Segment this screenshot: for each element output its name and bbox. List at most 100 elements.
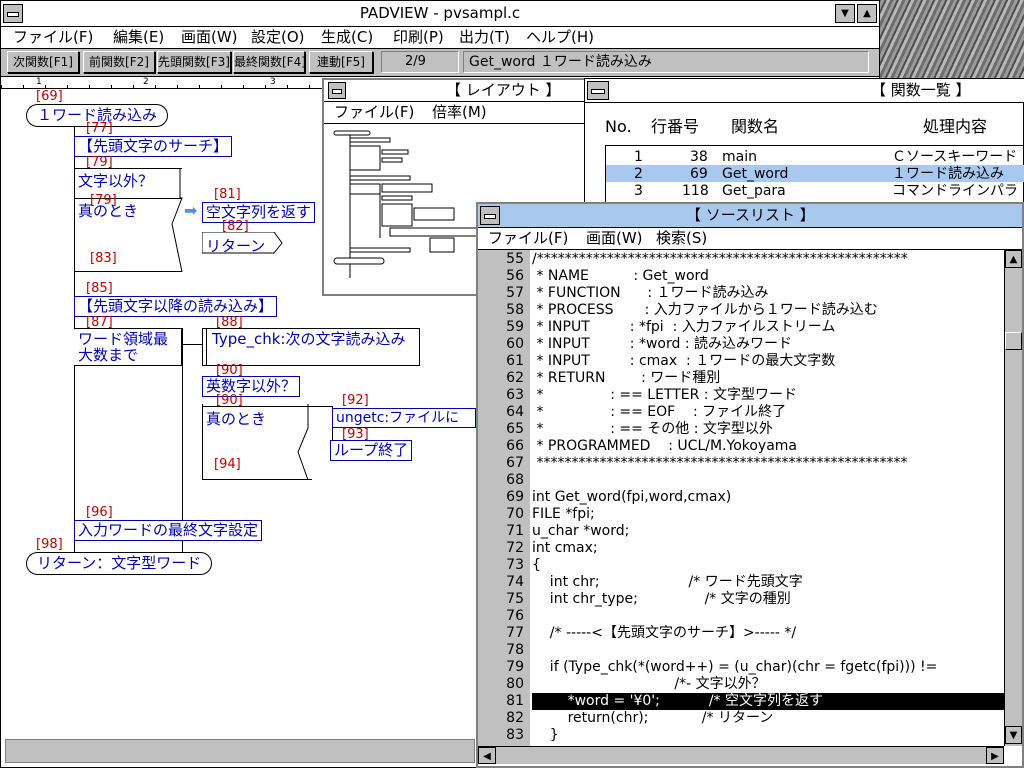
menu-help[interactable]: ヘルプ(H) <box>526 30 594 45</box>
pad-type-chk-inner <box>206 328 207 366</box>
pad-read-rest[interactable]: 【先頭文字以降の読み込み】 <box>74 296 278 317</box>
last-function-button[interactable]: 最終関数[F4] <box>233 51 306 73</box>
source-line[interactable]: 70 FILE *fpi; <box>478 506 1004 523</box>
line-number: 83 <box>506 727 524 743</box>
pad-cond1-notch <box>171 168 183 273</box>
link-button[interactable]: 連動[F5] <box>309 51 373 73</box>
source-line[interactable]: 83 } <box>478 727 1004 744</box>
menu-edit[interactable]: 編集(E) <box>113 30 164 45</box>
pad-loop-label-1[interactable]: ワード領域最 <box>78 332 168 347</box>
function-list-header-name: 関数名 <box>731 117 780 136</box>
source-line[interactable]: 80 /*- 文字以外？ <box>478 676 1004 693</box>
source-line[interactable]: 59 * INPUT : *fpi : 入力ファイルストリーム <box>478 319 1004 336</box>
first-function-button[interactable]: 先頭関数[F3] <box>157 51 231 73</box>
source-horizontal-scrollbar[interactable]: ◀ ▶ <box>478 746 1004 764</box>
source-line[interactable]: 57 * FUNCTION : １ワード読み込み <box>478 285 1004 302</box>
line-number: 80 <box>506 676 524 692</box>
function-row[interactable]: 1 38 main Ｃソースキーワード <box>606 148 1024 165</box>
source-title-bar[interactable]: 【 ソースリスト 】 <box>478 204 1022 228</box>
source-line[interactable]: 79 if (Type_chk(*(word++) = (u_char)(chr… <box>478 659 1004 676</box>
pad-last-char[interactable]: 入力ワードの最終文字設定 <box>74 520 263 541</box>
source-line[interactable]: 64 * : == EOF : ファイル終了 <box>478 404 1004 421</box>
source-vertical-scrollbar[interactable]: ▲ ▼ <box>1004 250 1022 746</box>
function-list-title-bar[interactable]: 【 関数一覧 】 <box>585 79 1024 103</box>
main-title-bar[interactable]: PADVIEW - pvsampl.c ▼ ▲ <box>1 1 879 27</box>
source-line[interactable]: 67 *************************************… <box>478 455 1004 472</box>
menu-file[interactable]: ファイル(F) <box>13 30 93 45</box>
source-code-area[interactable]: 55 /*************************************… <box>478 251 1004 746</box>
minimize-icon[interactable]: ▼ <box>835 4 855 23</box>
function-list-header-no: No. <box>605 117 632 136</box>
scroll-thumb[interactable] <box>1005 332 1022 350</box>
source-menu-view[interactable]: 画面(W) <box>586 231 643 246</box>
main-title: PADVIEW - pvsampl.c <box>359 4 521 22</box>
source-line[interactable]: 72 int cmax; <box>478 540 1004 557</box>
source-line[interactable]: 74 int chr; /* ワード先頭文字 <box>478 574 1004 591</box>
scroll-left-icon[interactable]: ◀ <box>478 747 496 764</box>
source-line[interactable]: 61 * INPUT : cmax : １ワードの最大文字数 <box>478 353 1004 370</box>
main-horizontal-scrollbar[interactable] <box>5 739 475 763</box>
function-row[interactable]: 3 118 Get_para コマンドラインパラ <box>606 182 1024 199</box>
source-line[interactable]: 60 * INPUT : *word : 読み込みワード <box>478 336 1004 353</box>
layout-menu-zoom[interactable]: 倍率(M) <box>432 105 487 120</box>
menu-view[interactable]: 画面(W) <box>181 30 238 45</box>
function-list-system-icon[interactable] <box>587 81 609 100</box>
scroll-up-icon[interactable]: ▲ <box>1005 250 1022 268</box>
source-window: 【 ソースリスト 】 ファイル(F) 画面(W) 検索(S) 55 /******… <box>476 202 1024 768</box>
source-line[interactable]: 55 /*************************************… <box>478 251 1004 268</box>
prev-function-button[interactable]: 前関数[F2] <box>83 51 155 73</box>
source-line[interactable]: 62 * RETURN : ワード種別 <box>478 370 1004 387</box>
function-row-no: 2 <box>634 166 643 182</box>
line-number: 64 <box>506 404 524 420</box>
source-code-text: * PROGRAMMED : UCL/M.Yokoyama <box>532 438 798 454</box>
source-line[interactable]: 78 <box>478 642 1004 659</box>
pad-cond1-label[interactable]: 文字以外？ <box>78 174 153 189</box>
layout-menu: ファイル(F) 倍率(M) <box>324 102 584 124</box>
source-line[interactable]: 68 <box>478 472 1004 489</box>
scroll-down-icon[interactable]: ▼ <box>1005 726 1022 744</box>
menu-output[interactable]: 出力(T) <box>459 30 510 45</box>
source-menu-search[interactable]: 検索(S) <box>656 231 707 246</box>
pad-empty-string[interactable]: 空文字列を返す <box>202 202 316 223</box>
source-menu-file[interactable]: ファイル(F) <box>488 231 568 246</box>
source-code-text: ****************************************… <box>532 455 908 471</box>
source-line[interactable]: 73 { <box>478 557 1004 574</box>
line-number: 61 <box>506 353 524 369</box>
source-line[interactable]: 65 * : == その他 : 文字型以外 <box>478 421 1004 438</box>
layout-menu-file[interactable]: ファイル(F) <box>334 105 414 120</box>
layout-title-bar[interactable]: 【 レイアウト 】 <box>324 80 584 102</box>
function-row-name: main <box>722 149 757 165</box>
menu-settings[interactable]: 設定(O) <box>251 30 305 45</box>
source-line[interactable]: 58 * PROCESS : 入力ファイルから１ワード読み込む <box>478 302 1004 319</box>
maximize-icon[interactable]: ▲ <box>857 4 877 23</box>
source-system-icon[interactable] <box>480 206 500 225</box>
source-line[interactable]: 71 u_char *word; <box>478 523 1004 540</box>
scroll-right-icon[interactable]: ▶ <box>986 747 1004 764</box>
layout-system-icon[interactable] <box>328 82 346 99</box>
source-line[interactable]: 63 * : == LETTER : 文字型ワード <box>478 387 1004 404</box>
source-line[interactable]: 66 * PROGRAMMED : UCL/M.Yokoyama <box>478 438 1004 455</box>
function-row-line: 69 <box>690 166 708 182</box>
function-row-selected[interactable]: 2 69 Get_word １ワード読み込み <box>606 165 1024 182</box>
source-line[interactable]: 82 return(chr); /* リターン <box>478 710 1004 727</box>
source-line[interactable]: 76 <box>478 608 1004 625</box>
source-line[interactable]: 81 *word = '¥0'; /* 空文字列を返す <box>478 693 1004 710</box>
menu-print[interactable]: 印刷(P) <box>393 30 444 45</box>
pad-end[interactable]: リターン：文字型ワード <box>26 552 213 575</box>
source-code-text: * : == その他 : 文字型以外 <box>532 421 773 437</box>
source-line[interactable]: 75 int chr_type; /* 文字の種別 <box>478 591 1004 608</box>
source-line[interactable]: 77 /* -----<【先頭文字のサーチ】>----- */ <box>478 625 1004 642</box>
pad-cond2-true: 真のとき <box>206 410 267 428</box>
pad-arrow-icon: ➡ <box>184 201 198 220</box>
function-row-name: Get_para <box>722 183 786 199</box>
next-function-button[interactable]: 次関数[F1] <box>7 51 79 73</box>
source-line[interactable]: 56 * NAME : Get_word <box>478 268 1004 285</box>
pad-return1[interactable]: リターン <box>202 232 284 255</box>
pad-search-head[interactable]: 【先頭文字のサーチ】 <box>74 136 233 157</box>
source-line[interactable]: 69 int Get_word(fpi,word,cmax) <box>478 489 1004 506</box>
function-list-title: 【 関数一覧 】 <box>871 81 971 99</box>
pad-ungetc[interactable]: ungetc:ファイルに <box>332 408 476 428</box>
menu-generate[interactable]: 生成(C) <box>321 30 373 45</box>
pad-loop-end[interactable]: ループ終了 <box>330 440 413 461</box>
source-code-text: { <box>532 557 541 573</box>
